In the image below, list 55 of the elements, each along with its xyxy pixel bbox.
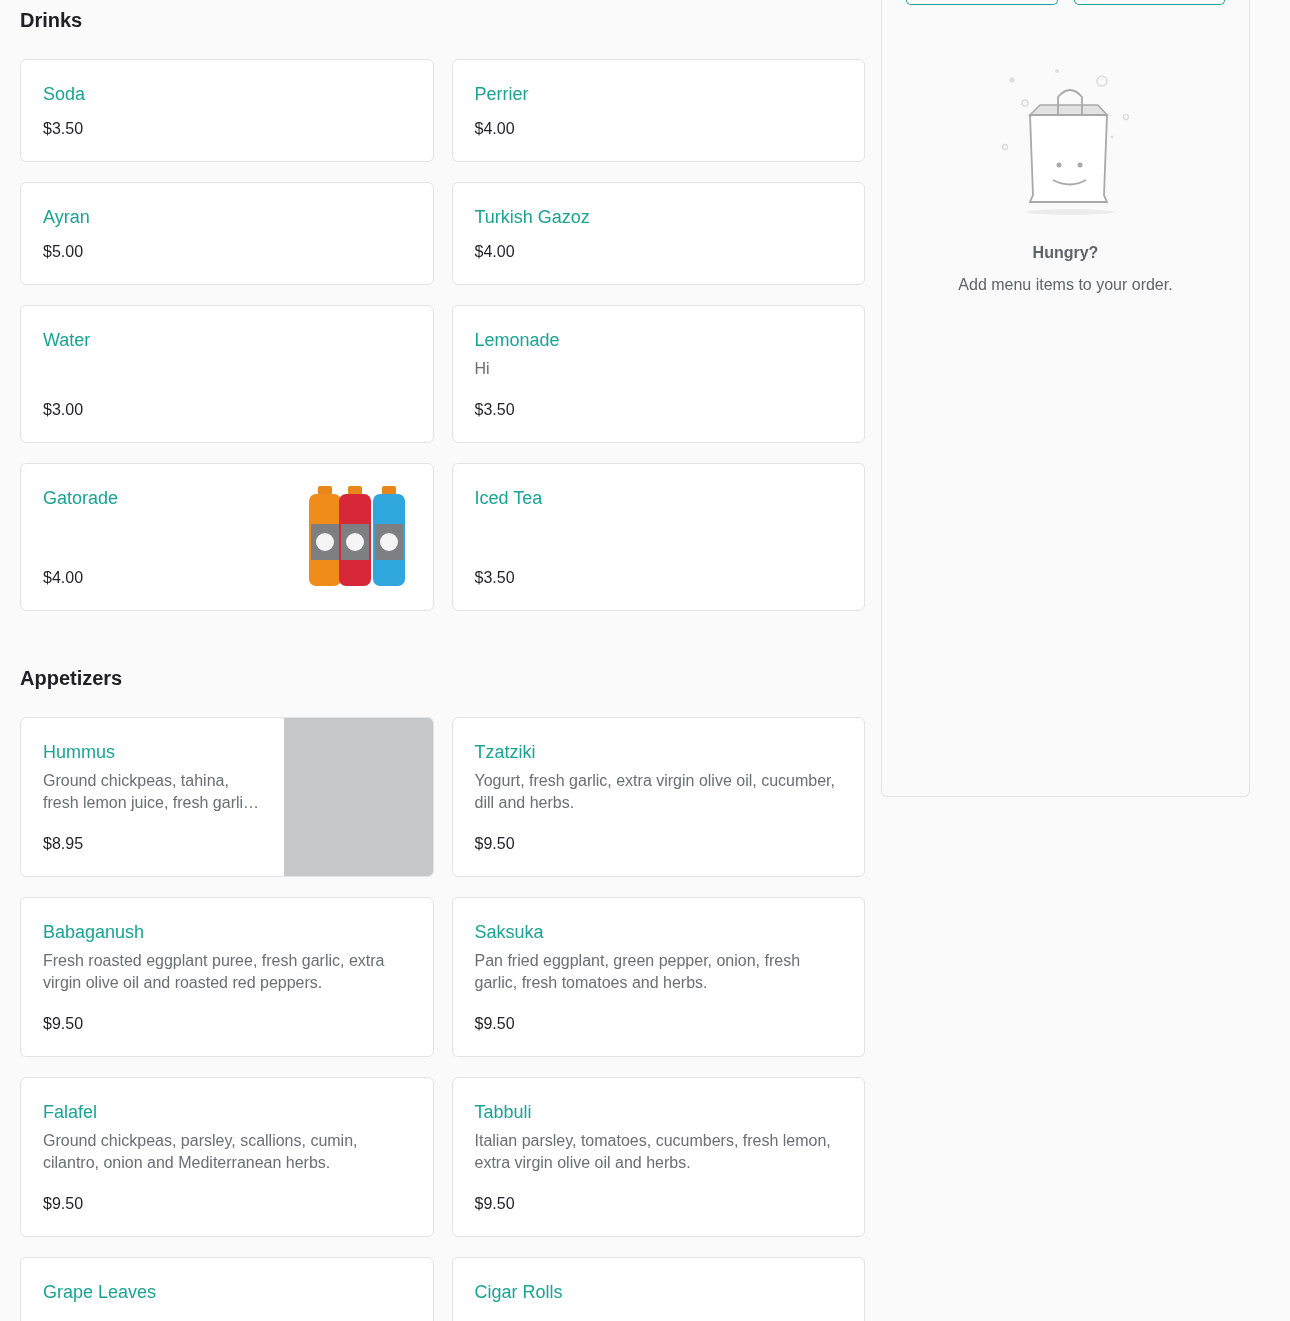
- item-name: Grape Leaves: [43, 1281, 158, 1304]
- item-description: Fresh roasted eggplant puree, fresh garlic, extra virgin olive oil and roasted red peppers.: [43, 951, 386, 993]
- item-name: Perrier: [474, 83, 530, 106]
- menu-item-card[interactable]: Lemonade Hi $3.50: [451, 305, 865, 443]
- item-price: $5.00: [43, 242, 85, 262]
- item-description: Italian parsley, tomatoes, cucumbers, fresh lemon, extra virgin olive oil and herbs.: [474, 1131, 832, 1173]
- item-price: $4.00: [474, 242, 516, 262]
- item-name: Tabbuli: [474, 1101, 533, 1124]
- item-name: Iced Tea: [474, 487, 544, 510]
- section-heading: Drinks: [20, 8, 84, 32]
- item-name: Hummus: [43, 741, 116, 764]
- item-price: $9.50: [474, 834, 516, 854]
- menu-item-card[interactable]: Perrier $4.00: [451, 59, 865, 162]
- item-name: Falafel: [43, 1101, 99, 1124]
- menu-item-card[interactable]: Gatorade $4.00: [20, 463, 434, 611]
- item-name: Turkish Gazoz: [474, 206, 591, 229]
- item-price: $3.50: [474, 400, 516, 420]
- item-description: Ground chickpeas, tahina, fresh lemon juice, fresh garli…: [43, 771, 261, 813]
- item-price: $9.50: [43, 1014, 85, 1034]
- empty-order-title: Hungry?: [1032, 243, 1099, 263]
- menu-item-card[interactable]: Falafel Ground chickpeas, parsley, scallions, cumin, cilantro, onion and Mediterranean herbs. $9.50: [20, 1077, 434, 1237]
- section-heading: Appetizers: [20, 666, 124, 690]
- item-name: Gatorade: [43, 487, 120, 510]
- menu-item-card[interactable]: Babaganush Fresh roasted eggplant puree, fresh garlic, extra virgin olive oil and roasted red peppers. $9.50: [20, 897, 434, 1057]
- item-price: $3.50: [43, 119, 85, 139]
- item-name: Saksuka: [474, 921, 545, 944]
- item-price: $4.00: [43, 568, 85, 588]
- item-price: $9.50: [43, 1194, 85, 1214]
- item-name: Ayran: [43, 206, 91, 229]
- menu-item-card[interactable]: Tabbuli Italian parsley, tomatoes, cucumbers, fresh lemon, extra virgin olive oil and herbs. $9.50: [451, 1077, 865, 1237]
- item-description: Hi: [474, 359, 491, 379]
- item-name: Soda: [43, 83, 87, 106]
- menu-item-card[interactable]: Iced Tea $3.50: [451, 463, 865, 611]
- item-description: Ground chickpeas, parsley, scallions, cumin, cilantro, onion and Mediterranean herbs.: [43, 1131, 359, 1173]
- item-description: Pan fried eggplant, green pepper, onion, fresh garlic, fresh tomatoes and herbs.: [474, 951, 802, 993]
- item-price: $3.00: [43, 400, 85, 420]
- item-name: Cigar Rolls: [474, 1281, 564, 1304]
- item-price: $4.00: [474, 119, 516, 139]
- menu-item-card[interactable]: Soda $3.50: [20, 59, 434, 162]
- empty-order-text: Add menu items to your order.: [958, 275, 1173, 295]
- item-name: Tzatziki: [474, 741, 537, 764]
- item-price: $9.50: [474, 1194, 516, 1214]
- item-name: Babaganush: [43, 921, 146, 944]
- item-price: $3.50: [474, 568, 516, 588]
- menu-item-card[interactable]: Water $3.00: [20, 305, 434, 443]
- item-price: $8.95: [43, 834, 85, 854]
- menu-item-card[interactable]: Saksuka Pan fried eggplant, green pepper, onion, fresh garlic, fresh tomatoes and herbs. $9.50: [451, 897, 865, 1057]
- menu-item-card[interactable]: Hummus Ground chickpeas, tahina, fresh lemon juice, fresh garli… $8.95: [20, 717, 434, 877]
- menu-item-card[interactable]: Ayran $5.00: [20, 182, 434, 285]
- menu-item-card[interactable]: Tzatziki Yogurt, fresh garlic, extra virgin olive oil, cucumber, dill and herbs. $9.50: [451, 717, 865, 877]
- item-price: $9.50: [474, 1014, 516, 1034]
- menu-item-card[interactable]: Turkish Gazoz $4.00: [451, 182, 865, 285]
- item-description: Yogurt, fresh garlic, extra virgin olive oil, cucumber, dill and herbs.: [474, 771, 836, 813]
- item-name: Lemonade: [474, 329, 561, 352]
- item-name: Water: [43, 329, 92, 352]
